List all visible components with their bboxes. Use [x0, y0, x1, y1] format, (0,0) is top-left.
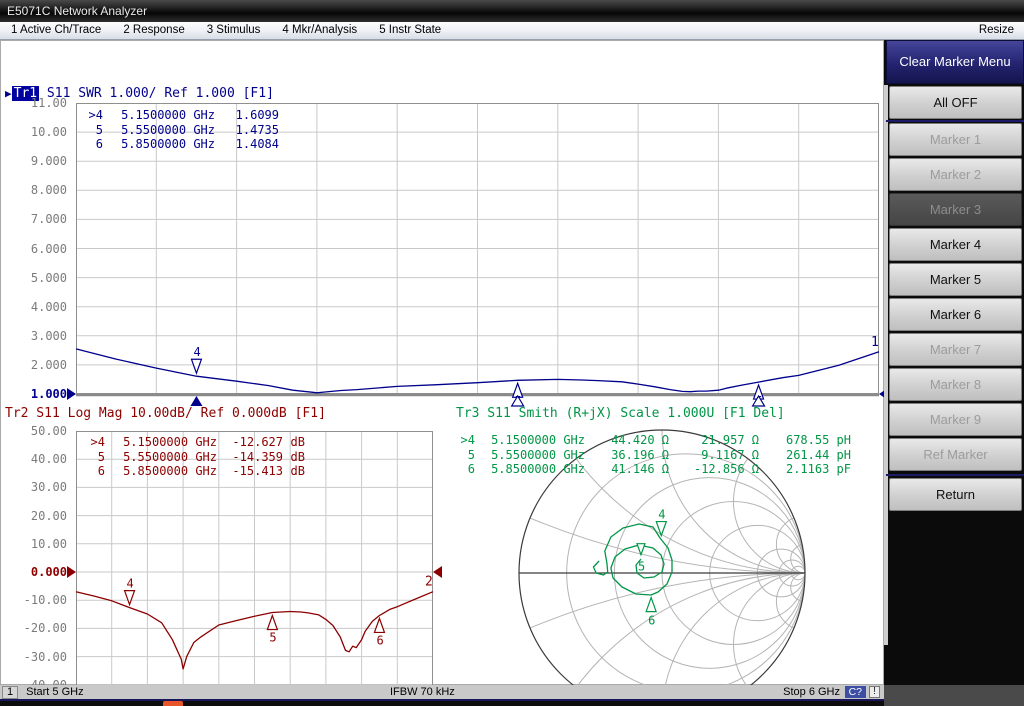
y-tick-label: 20.00	[3, 509, 67, 523]
softkey-marker-8: Marker 8	[889, 368, 1022, 401]
marker-row: 55.5500000 GHz36.196 Ω9.1167 Ω261.44 pH	[453, 448, 851, 463]
bottom-right-corner	[884, 685, 1024, 706]
y-tick-label: 0.000	[3, 565, 67, 579]
softkey-marker-6[interactable]: Marker 6	[889, 298, 1022, 331]
softkey-marker-3[interactable]: Marker 3	[889, 193, 1022, 226]
trace1-marker-table: >45.1500000 GHz1.609955.5500000 GHz1.473…	[81, 108, 279, 152]
y-tick-label: 10.00	[3, 537, 67, 551]
status-bar: 1 Start 5 GHz IFBW 70 kHz Stop 6 GHz C? …	[0, 685, 884, 701]
y-tick-label: 4.000	[3, 300, 67, 314]
menu-item-3[interactable]: 3 Stimulus	[196, 22, 272, 39]
window-title: E5071C Network Analyzer	[7, 4, 147, 18]
sidebar-strip	[884, 85, 888, 645]
channel-indicator: 1	[2, 686, 18, 699]
softkey-return[interactable]: Return	[889, 478, 1022, 511]
y-tick-label: 50.00	[3, 424, 67, 438]
svg-text:4: 4	[193, 345, 200, 359]
correction-badge: C?	[845, 686, 866, 698]
svg-text:1: 1	[871, 335, 879, 350]
y-tick-label: 30.00	[3, 480, 67, 494]
y-tick-label: 5.000	[3, 271, 67, 285]
y-tick-label: 6.000	[3, 242, 67, 256]
svg-text:4: 4	[658, 508, 665, 522]
y-tick-label: 9.000	[3, 154, 67, 168]
marker-row: >45.1500000 GHz1.6099	[81, 108, 279, 123]
softkey-menu-title: Clear Marker Menu	[886, 40, 1024, 84]
svg-text:6: 6	[376, 633, 383, 647]
menu-bar: 1 Active Ch/Trace2 Response3 Stimulus4 M…	[0, 22, 1024, 40]
y-tick-label: 40.00	[3, 452, 67, 466]
marker-row: >45.1500000 GHz-12.627dB	[83, 435, 305, 450]
y-tick-label: 7.000	[3, 212, 67, 226]
y-tick-label: 1.000	[3, 387, 67, 401]
svg-text:6: 6	[648, 614, 655, 628]
y-tick-label: 3.000	[3, 329, 67, 343]
y-tick-label: -20.00	[3, 621, 67, 635]
softkey-marker-2: Marker 2	[889, 158, 1022, 191]
trace1-header-text: S11 SWR 1.000/ Ref 1.000 [F1]	[39, 86, 274, 101]
y-tick-label: 11.00	[3, 96, 67, 110]
svg-text:5: 5	[638, 560, 645, 574]
trace2-marker-table: >45.1500000 GHz-12.627dB55.5500000 GHz-1…	[83, 435, 305, 479]
start-frequency: Start 5 GHz	[26, 686, 83, 698]
taskbar-icon-peek	[163, 701, 183, 706]
menu-item-4[interactable]: 4 Mkr/Analysis	[271, 22, 368, 39]
softkey-sidebar: Clear Marker Menu All OFFMarker 1Marker …	[884, 40, 1024, 685]
softkey-marker-7: Marker 7	[889, 333, 1022, 366]
channel-window: ▶Tr1 S11 SWR 1.000/ Ref 1.000 [F1] 11.00…	[0, 40, 884, 685]
menu-item-1[interactable]: 1 Active Ch/Trace	[0, 22, 112, 39]
alert-badge[interactable]: !	[869, 686, 880, 698]
marker-row: 65.8500000 GHz-15.413dB	[83, 464, 305, 479]
marker-row: 65.8500000 GHz41.146 Ω-12.856 Ω2.1163 pF	[453, 462, 851, 477]
softkey-marker-4[interactable]: Marker 4	[889, 228, 1022, 261]
svg-text:5: 5	[269, 630, 276, 644]
menu-item-2[interactable]: 2 Response	[112, 22, 195, 39]
resize-button[interactable]: Resize	[969, 22, 1024, 39]
softkey-ref-marker: Ref Marker	[889, 438, 1022, 471]
trace2-header: Tr2 S11 Log Mag 10.00dB/ Ref 0.000dB [F1…	[5, 406, 326, 421]
menu-item-5[interactable]: 5 Instr State	[368, 22, 452, 39]
ifbw-indicator: IFBW 70 kHz	[390, 686, 455, 698]
marker-row: 65.8500000 GHz1.4084	[81, 137, 279, 152]
instrument-screen: E5071C Network Analyzer 1 Active Ch/Trac…	[0, 0, 1024, 706]
y-tick-label: -10.00	[3, 593, 67, 607]
y-tick-label: -30.00	[3, 650, 67, 664]
svg-text:4: 4	[127, 577, 134, 591]
marker-row: 55.5500000 GHz1.4735	[81, 123, 279, 138]
stop-frequency: Stop 6 GHz	[783, 686, 840, 698]
softkey-marker-5[interactable]: Marker 5	[889, 263, 1022, 296]
trace3-header: Tr3 S11 Smith (R+jX) Scale 1.000U [F1 De…	[456, 406, 785, 421]
y-tick-label: 2.000	[3, 358, 67, 372]
softkey-divider	[886, 474, 1024, 476]
window-titlebar[interactable]: E5071C Network Analyzer	[0, 0, 1024, 22]
marker-row: >45.1500000 GHz44.420 Ω21.957 Ω678.55 pH	[453, 433, 851, 448]
softkey-marker-1: Marker 1	[889, 123, 1022, 156]
svg-text:2: 2	[425, 575, 433, 590]
y-tick-label: 10.00	[3, 125, 67, 139]
y-tick-label: 8.000	[3, 183, 67, 197]
bottom-strip	[0, 701, 884, 706]
trace3-marker-table: >45.1500000 GHz44.420 Ω21.957 Ω678.55 pH…	[453, 433, 851, 477]
softkey-marker-9: Marker 9	[889, 403, 1022, 436]
marker-row: 55.5500000 GHz-14.359dB	[83, 450, 305, 465]
softkey-all-off[interactable]: All OFF	[889, 86, 1022, 119]
softkey-divider	[886, 120, 1024, 122]
